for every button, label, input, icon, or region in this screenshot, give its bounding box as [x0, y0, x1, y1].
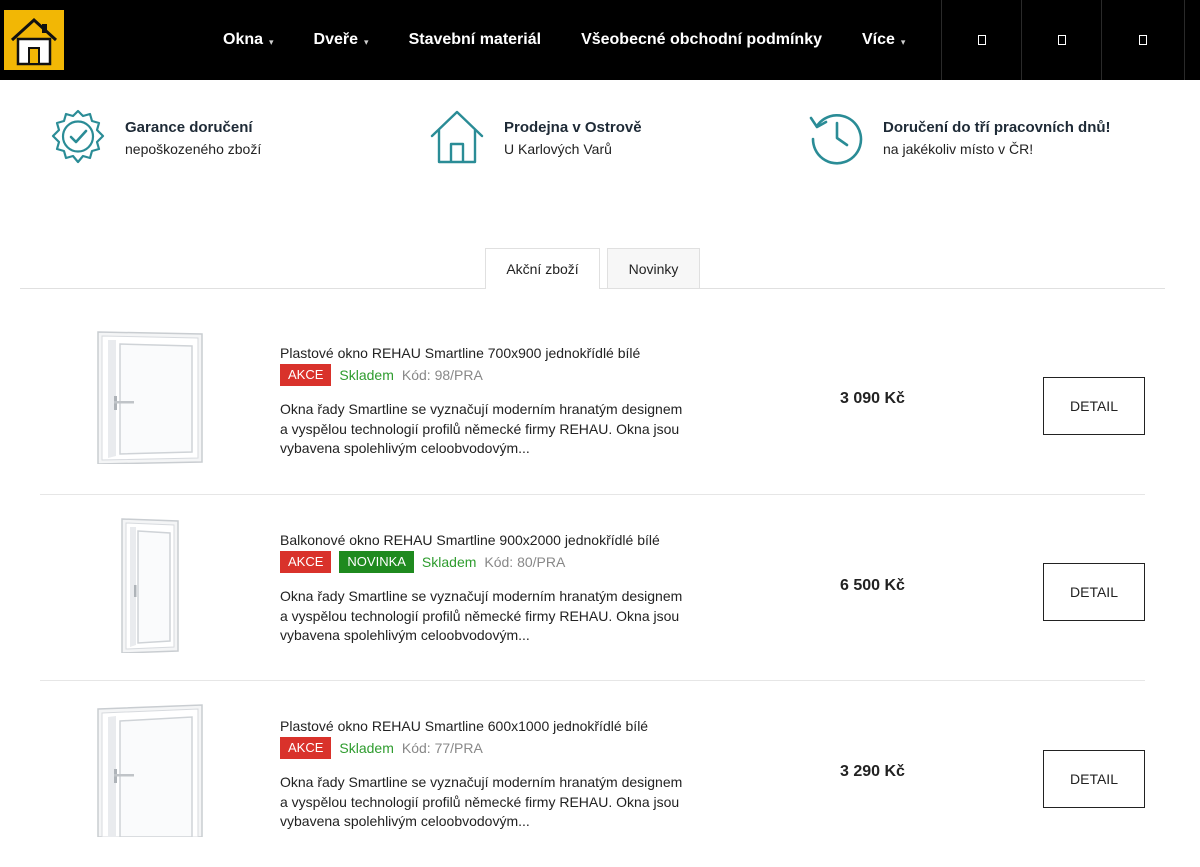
tab-label: Akční zboží — [506, 261, 579, 277]
tab-label: Novinky — [628, 260, 679, 277]
product-row: Balkonové okno REHAU Smartline 900x2000 … — [40, 494, 1145, 681]
tab-akcni-zbozi[interactable]: Akční zboží — [485, 248, 600, 289]
search-icon — [978, 35, 986, 45]
product-description: Okna řady Smartline se vyznačují moderní… — [280, 774, 683, 829]
balcony-door-product-image[interactable] — [90, 517, 210, 653]
product-title-link[interactable]: Plastové okno REHAU Smartline 600x1000 j… — [280, 718, 648, 734]
nav-item-label: Okna — [223, 31, 264, 48]
benefit-title: Doručení do tří pracovních dnů! — [883, 119, 1111, 136]
product-code: Kód: 77/PRA — [401, 740, 483, 756]
product-title-link[interactable]: Balkonové okno REHAU Smartline 900x2000 … — [280, 532, 660, 548]
history-icon — [809, 113, 863, 165]
cart-button[interactable] — [1101, 0, 1185, 80]
tab-novinky[interactable]: Novinky — [607, 248, 700, 288]
sale-badge: AKCE — [280, 364, 332, 386]
nav-item-label: Více — [861, 31, 895, 48]
house-icon — [430, 110, 484, 164]
detail-button[interactable]: DETAIL — [1043, 750, 1145, 808]
nav-item-label: Stavební materiál — [408, 31, 542, 48]
cart-icon — [1139, 35, 1147, 45]
search-button[interactable] — [941, 0, 1022, 80]
benefit-subtitle: na jakékoliv místo v ČR! — [883, 141, 1034, 157]
benefit-subtitle: nepoškozeného zboží — [125, 141, 262, 157]
product-meta: AKCE Skladem Kód: 98/PRA — [280, 364, 483, 386]
user-icon — [1058, 35, 1066, 45]
product-description: Okna řady Smartline se vyznačují moderní… — [280, 588, 683, 643]
product-code: Kód: 98/PRA — [401, 367, 483, 383]
detail-button[interactable]: DETAIL — [1043, 377, 1145, 435]
product-row: Plastové okno REHAU Smartline 700x900 je… — [40, 308, 1145, 494]
product-price: 6 500 Kč — [840, 577, 905, 594]
nav-item-vice[interactable]: Více ▾ — [842, 0, 925, 80]
product-meta: AKCE Skladem Kód: 77/PRA — [280, 737, 483, 759]
caret-down-icon: ▾ — [269, 36, 274, 47]
benefit-subtitle: U Karlových Varů — [504, 141, 612, 157]
product-price: 3 090 Kč — [840, 390, 905, 407]
window-product-image[interactable] — [90, 703, 210, 837]
stock-status: Skladem — [421, 554, 477, 570]
product-price: 3 290 Kč — [840, 763, 905, 780]
caret-down-icon: ▾ — [900, 36, 906, 47]
product-code: Kód: 80/PRA — [484, 554, 566, 570]
new-badge: NOVINKA — [339, 551, 414, 573]
sale-badge: AKCE — [280, 551, 332, 573]
window-product-image[interactable] — [90, 330, 210, 464]
nav-item-label: Dveře — [313, 31, 359, 48]
nav-item-stavebni-material[interactable]: Stavební materiál — [389, 0, 562, 80]
badge-check-icon — [51, 109, 105, 164]
sale-badge: AKCE — [280, 737, 332, 759]
main-nav: Okna ▾ Dveře ▾ Stavební materiál Všeobec… — [203, 0, 925, 80]
detail-button[interactable]: DETAIL — [1043, 563, 1145, 621]
product-row: Plastové okno REHAU Smartline 600x1000 j… — [40, 680, 1145, 867]
product-meta: AKCE NOVINKA Skladem Kód: 80/PRA — [280, 551, 565, 573]
site-header: Okna ▾ Dveře ▾ Stavební materiál Všeobec… — [0, 0, 1200, 80]
house-logo-icon — [4, 10, 64, 70]
nav-item-okna[interactable]: Okna ▾ — [203, 0, 294, 80]
stock-status: Skladem — [339, 367, 394, 383]
product-description: Okna řady Smartline se vyznačují moderní… — [280, 401, 683, 456]
stock-status: Skladem — [339, 740, 394, 756]
site-logo[interactable] — [4, 10, 64, 70]
user-button[interactable] — [1021, 0, 1102, 80]
benefit-title: Garance doručení — [125, 119, 253, 136]
product-title-link[interactable]: Plastové okno REHAU Smartline 700x900 je… — [280, 345, 640, 361]
nav-item-obchodni-podminky[interactable]: Všeobecné obchodní podmínky — [561, 0, 842, 80]
caret-down-icon: ▾ — [364, 36, 369, 47]
benefit-title: Prodejna v Ostrově — [504, 119, 642, 136]
nav-item-dvere[interactable]: Dveře ▾ — [294, 0, 389, 80]
nav-item-label: Všeobecné obchodní podmínky — [581, 31, 822, 48]
